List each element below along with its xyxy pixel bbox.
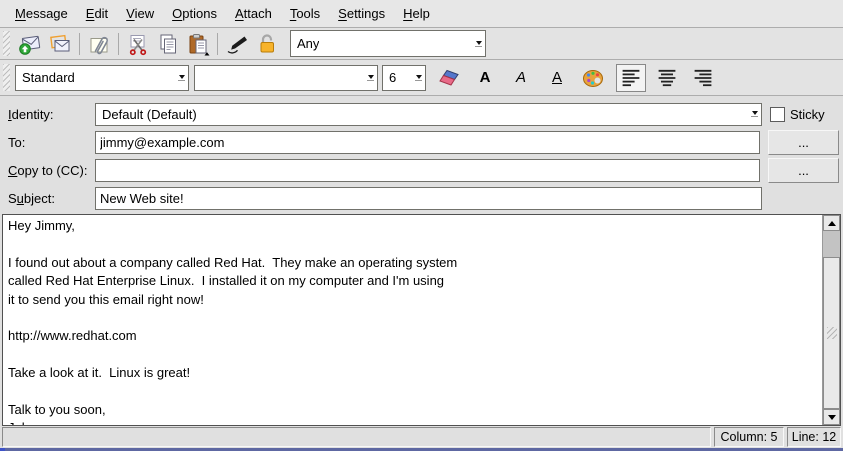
align-left-icon [619,66,643,90]
to-label: To: [8,135,95,150]
cut-icon [126,32,150,56]
composer-window: Message Edit View Options Attach Tools S… [0,0,843,451]
cc-address-book-button[interactable]: ... [768,158,839,183]
italic-icon: A [516,70,526,85]
vertical-scrollbar[interactable] [822,215,840,425]
toolbar-grip[interactable] [3,64,10,91]
message-type-select[interactable]: Any [290,30,486,57]
sign-icon [225,32,249,56]
menu-edit[interactable]: Edit [77,3,117,24]
paste-button[interactable] [183,30,213,58]
arrow-up-icon [828,221,836,226]
header-fields-area: Identity: Default (Default) Sticky To: .… [0,96,843,214]
font-size-value: 6 [389,70,396,85]
text-color-button[interactable] [578,64,608,92]
message-body-text[interactable]: Hey Jimmy, I found out about a company c… [3,215,821,425]
status-bar: Column: 5 Line: 12 [0,426,843,448]
toolbar-separator [118,33,119,55]
main-toolbar: Any [0,28,843,60]
status-column-indicator: Column: 5 [714,427,784,447]
underline-icon: A [552,70,562,85]
queue-icon [48,32,72,56]
remove-formatting-button[interactable] [434,64,464,92]
message-type-value: Any [297,36,319,51]
toolbar-separator [79,33,80,55]
align-right-button[interactable] [688,64,718,92]
scroll-up-button[interactable] [823,215,840,231]
align-center-icon [655,66,679,90]
encrypt-button[interactable] [252,30,282,58]
subject-input[interactable] [95,187,762,210]
bold-button[interactable]: A [470,64,500,92]
palette-icon [581,66,605,90]
paste-icon [186,32,210,56]
format-toolbar: Standard 6 A A [0,60,843,96]
eraser-icon [437,66,461,90]
chevron-down-icon [362,75,374,81]
menu-bar: Message Edit View Options Attach Tools S… [0,0,843,28]
scrollbar-track[interactable] [823,231,840,257]
menu-attach[interactable]: Attach [226,3,281,24]
menu-options[interactable]: Options [163,3,226,24]
copy-button[interactable] [153,30,183,58]
status-message-panel [2,427,711,447]
toolbar-grip[interactable] [3,31,10,55]
identity-label: Identity: [8,107,95,122]
to-address-book-button[interactable]: ... [768,130,839,155]
align-left-button[interactable] [616,64,646,92]
align-center-button[interactable] [652,64,682,92]
arrow-down-icon [828,415,836,420]
status-line-indicator: Line: 12 [787,427,841,447]
to-row: To: ... [8,130,839,154]
subject-row: Subject: [8,186,839,210]
italic-button[interactable]: A [506,64,536,92]
chevron-down-icon [173,75,185,81]
menu-settings[interactable]: Settings [329,3,394,24]
paragraph-style-value: Standard [22,70,75,85]
menu-tools[interactable]: Tools [281,3,329,24]
message-body-editor[interactable]: Hey Jimmy, I found out about a company c… [2,214,841,426]
underline-button[interactable]: A [542,64,572,92]
cc-row: Copy to (CC): ... [8,158,839,182]
chevron-down-icon [410,75,422,81]
bold-icon: A [480,70,491,85]
send-icon [18,32,42,56]
menu-message[interactable]: Message [6,3,77,24]
menu-view[interactable]: View [117,3,163,24]
chevron-down-icon [746,111,758,117]
sticky-option: Sticky [770,107,839,122]
cc-label: Copy to (CC): [8,163,95,178]
chevron-down-icon [470,41,482,47]
scroll-down-button[interactable] [823,409,840,425]
identity-select[interactable]: Default (Default) [95,103,762,126]
align-right-icon [691,66,715,90]
encrypt-icon [255,32,279,56]
subject-label: Subject: [8,191,95,206]
attach-file-button[interactable] [84,30,114,58]
identity-value: Default (Default) [102,107,197,122]
sticky-label: Sticky [790,107,825,122]
sticky-checkbox[interactable] [770,107,785,122]
scrollbar-thumb[interactable] [823,257,840,409]
paragraph-style-select[interactable]: Standard [15,65,189,91]
font-size-select[interactable]: 6 [382,65,426,91]
attach-file-icon [87,32,111,56]
cut-button[interactable] [123,30,153,58]
toolbar-separator [217,33,218,55]
identity-row: Identity: Default (Default) Sticky [8,102,839,126]
font-family-select[interactable] [194,65,378,91]
send-button[interactable] [15,30,45,58]
sign-button[interactable] [222,30,252,58]
to-input[interactable] [95,131,760,154]
menu-help[interactable]: Help [394,3,439,24]
queue-button[interactable] [45,30,75,58]
cc-input[interactable] [95,159,760,182]
copy-icon [156,32,180,56]
